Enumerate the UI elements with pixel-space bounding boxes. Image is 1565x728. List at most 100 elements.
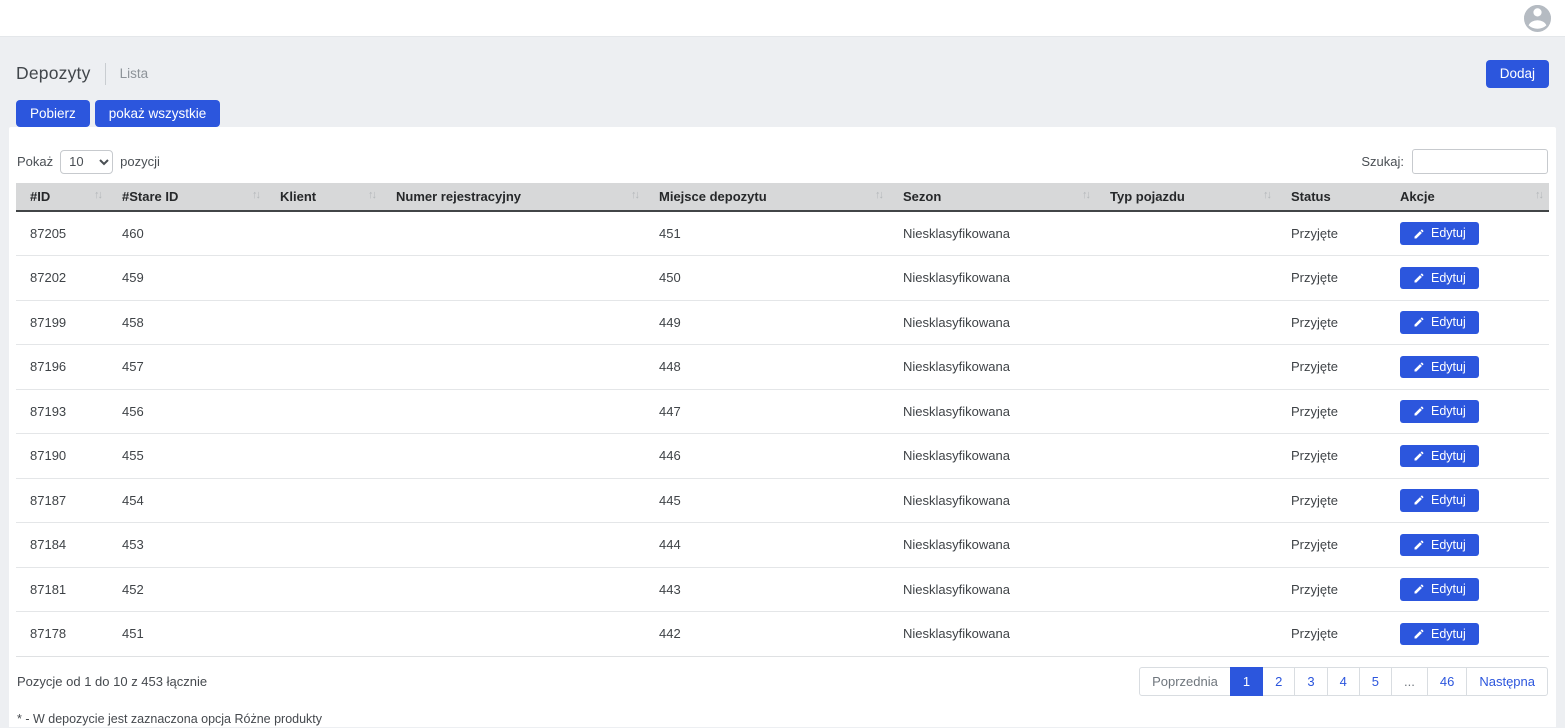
results-info: Pozycje od 1 do 10 z 453 łącznie [17,674,207,689]
cell-vehicle-type [1096,211,1277,256]
edit-button[interactable]: Edytuj [1400,623,1479,646]
pagination-next[interactable]: Następna [1466,667,1548,696]
pagination-previous[interactable]: Poprzednia [1139,667,1231,696]
footnote: * - W depozycie jest zaznaczona opcja Ró… [16,696,1549,726]
table-body: 87205 460 451 Niesklasyfikowana Przyjęte… [16,211,1549,656]
cell-actions: Edytuj [1386,300,1549,345]
edit-button[interactable]: Edytuj [1400,445,1479,468]
cell-actions: Edytuj [1386,612,1549,657]
cell-status: Przyjęte [1277,567,1386,612]
page-length-control: Pokaż 10 pozycji [17,150,160,174]
cell-vehicle-type [1096,434,1277,479]
cell-season: Niesklasyfikowana [889,389,1096,434]
cell-status: Przyjęte [1277,256,1386,301]
cell-deposit-place: 443 [645,567,889,612]
cell-deposit-place: 446 [645,434,889,479]
pagination-page[interactable]: 3 [1294,667,1327,696]
cell-vehicle-type [1096,478,1277,523]
cell-season: Niesklasyfikowana [889,567,1096,612]
edit-button[interactable]: Edytuj [1400,534,1479,557]
table-row: 87184 453 444 Niesklasyfikowana Przyjęte… [16,523,1549,568]
table-controls: Pokaż 10 pozycji Szukaj: [16,149,1549,174]
table-row: 87190 455 446 Niesklasyfikowana Przyjęte… [16,434,1549,479]
edit-button-label: Edytuj [1431,361,1466,374]
pagination-page[interactable]: 1 [1230,667,1263,696]
cell-actions: Edytuj [1386,567,1549,612]
user-avatar[interactable] [1524,5,1551,32]
column-header[interactable]: Sezon ↑↓ [889,183,1096,211]
cell-season: Niesklasyfikowana [889,256,1096,301]
page-content: Depozyty Lista Dodaj Pobierz pokaż wszys… [0,37,1565,727]
edit-button[interactable]: Edytuj [1400,400,1479,423]
column-header[interactable]: Status ↑↓ [1277,183,1386,211]
cell-vehicle-type [1096,300,1277,345]
edit-button-label: Edytuj [1431,539,1466,552]
page-head: Depozyty Lista Dodaj [9,37,1556,100]
cell-id: 87202 [16,256,108,301]
pagination-page[interactable]: 46 [1427,667,1467,696]
sort-icon: ↑↓ [94,189,101,201]
edit-button[interactable]: Edytuj [1400,578,1479,601]
cell-actions: Edytuj [1386,256,1549,301]
cell-actions: Edytuj [1386,389,1549,434]
pagination-page[interactable]: 5 [1359,667,1392,696]
cell-old-id: 453 [108,523,266,568]
edit-button[interactable]: Edytuj [1400,489,1479,512]
cell-season: Niesklasyfikowana [889,345,1096,390]
cell-status: Przyjęte [1277,300,1386,345]
cell-client [266,434,382,479]
edit-button-label: Edytuj [1431,227,1466,240]
page-title: Depozyty [16,63,91,84]
cell-client [266,478,382,523]
page-length-select[interactable]: 10 [60,150,113,174]
cell-id: 87205 [16,211,108,256]
column-header[interactable]: Typ pojazdu ↑↓ [1096,183,1277,211]
pagination-page[interactable]: 4 [1327,667,1360,696]
edit-button[interactable]: Edytuj [1400,311,1479,334]
edit-button[interactable]: Edytuj [1400,222,1479,245]
deposits-table: #ID ↑↓ #Stare ID ↑↓ Klient ↑↓ Numer reje… [16,183,1549,657]
pagination-page[interactable]: ... [1391,667,1428,696]
table-header-row: #ID ↑↓ #Stare ID ↑↓ Klient ↑↓ Numer reje… [16,183,1549,211]
search-label: Szukaj: [1361,154,1404,169]
cell-deposit-place: 451 [645,211,889,256]
edit-button[interactable]: Edytuj [1400,356,1479,379]
length-label-after: pozycji [120,154,160,169]
download-button[interactable]: Pobierz [16,100,90,128]
cell-client [266,389,382,434]
column-header[interactable]: Akcje ↑↓ [1386,183,1549,211]
column-header-label: Klient [280,189,316,204]
column-header-label: Typ pojazdu [1110,189,1185,204]
table-row: 87193 456 447 Niesklasyfikowana Przyjęte… [16,389,1549,434]
cell-old-id: 455 [108,434,266,479]
top-bar [0,0,1565,37]
show-all-button[interactable]: pokaż wszystkie [95,100,221,128]
edit-button-label: Edytuj [1431,405,1466,418]
cell-old-id: 456 [108,389,266,434]
column-header-label: #Stare ID [122,189,178,204]
pagination-page[interactable]: 2 [1262,667,1295,696]
cell-vehicle-type [1096,523,1277,568]
cell-client [266,523,382,568]
column-header[interactable]: #Stare ID ↑↓ [108,183,266,211]
add-button[interactable]: Dodaj [1486,60,1549,88]
cell-reg-number [382,612,645,657]
column-header[interactable]: Numer rejestracyjny ↑↓ [382,183,645,211]
cell-deposit-place: 445 [645,478,889,523]
cell-id: 87181 [16,567,108,612]
column-header[interactable]: Klient ↑↓ [266,183,382,211]
table-row: 87181 452 443 Niesklasyfikowana Przyjęte… [16,567,1549,612]
cell-vehicle-type [1096,256,1277,301]
column-header[interactable]: #ID ↑↓ [16,183,108,211]
cell-status: Przyjęte [1277,612,1386,657]
cell-client [266,256,382,301]
cell-old-id: 454 [108,478,266,523]
cell-deposit-place: 442 [645,612,889,657]
cell-deposit-place: 448 [645,345,889,390]
sort-icon: ↑↓ [252,189,259,201]
cell-deposit-place: 447 [645,389,889,434]
sort-icon: ↑↓ [368,189,375,201]
column-header[interactable]: Miejsce depozytu ↑↓ [645,183,889,211]
edit-button[interactable]: Edytuj [1400,267,1479,290]
search-input[interactable] [1412,149,1548,174]
